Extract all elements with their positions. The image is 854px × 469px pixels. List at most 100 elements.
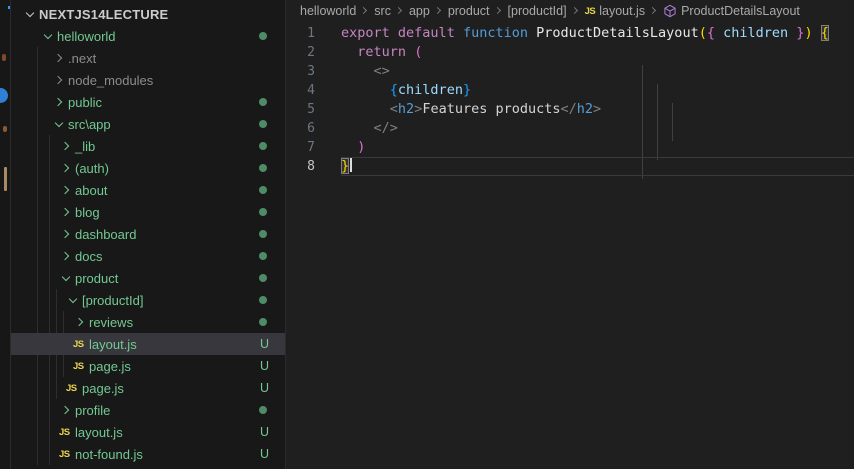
breadcrumb-label: layout.js	[599, 4, 646, 18]
tree-item-not-found-js[interactable]: JS not-found.js U	[11, 443, 285, 465]
breadcrumb-separator-chevron-icon	[433, 5, 445, 17]
code-line[interactable]: 3 <>	[287, 62, 854, 81]
code-token: h2	[397, 101, 415, 117]
tree-item-label: dashboard	[75, 226, 137, 242]
code-line[interactable]: 4 {children}	[287, 81, 854, 100]
js-file-icon: JS	[584, 5, 596, 17]
code-token: <	[389, 101, 398, 117]
breadcrumb-item-src[interactable]: src	[374, 4, 391, 18]
git-modified-dot-badge	[259, 98, 267, 106]
code-line[interactable]: 7 )	[287, 138, 854, 157]
tree-item-product[interactable]: product	[11, 267, 285, 289]
chevron-down-icon[interactable]	[23, 7, 37, 21]
tree-item-reviews[interactable]: reviews	[11, 311, 285, 333]
tree-item-page-js[interactable]: JS page.js U	[11, 377, 285, 399]
tree-item-layout-js[interactable]: JS layout.js U	[11, 333, 285, 355]
tree-item-profile[interactable]: profile	[11, 399, 285, 421]
chevron-down-icon[interactable]	[66, 293, 80, 307]
code-line[interactable]: 5 <h2>Features products</h2>	[287, 100, 854, 119]
chevron-shape	[60, 163, 70, 173]
line-number: 3	[307, 64, 315, 79]
code-line[interactable]: 2 return (	[287, 43, 854, 62]
tree-item--lib[interactable]: _lib	[11, 135, 285, 157]
chevron-right-icon[interactable]	[59, 205, 73, 219]
breadcrumb-item-app[interactable]: app	[409, 4, 430, 18]
tree-item-blog[interactable]: blog	[11, 201, 285, 223]
code-line[interactable]: 1 export default function ProductDetailsL…	[287, 24, 854, 43]
tree-item-label: blog	[75, 204, 100, 220]
breadcrumb-item-layout-js[interactable]: JS layout.js	[585, 4, 645, 18]
tree-item-root[interactable]: NEXTJS14LECTURE	[11, 3, 285, 25]
git-untracked-badge: U	[259, 425, 269, 439]
breadcrumb-item-product[interactable]: product	[448, 4, 490, 18]
chevron-shape	[54, 118, 64, 128]
tree-item-label: helloworld	[57, 28, 116, 44]
tree-item-layout-js[interactable]: JS layout.js U	[11, 421, 285, 443]
chevron-right-icon[interactable]	[59, 403, 73, 417]
chevron-right-icon[interactable]	[59, 183, 73, 197]
chevron-shape	[60, 207, 70, 217]
chevron-right-icon[interactable]	[59, 227, 73, 241]
chevron-right-icon[interactable]	[59, 249, 73, 263]
chevron-down-icon[interactable]	[59, 271, 73, 285]
chevron-right-icon[interactable]	[52, 73, 66, 87]
code-token: {	[706, 25, 715, 41]
chevron-right-icon[interactable]	[73, 315, 87, 329]
git-modified-dot-badge	[259, 142, 267, 150]
line-number: 2	[307, 45, 315, 60]
git-modified-dot-badge	[259, 230, 267, 238]
tree-item-dashboard[interactable]: dashboard	[11, 223, 285, 245]
tree-item-src-app[interactable]: src\app	[11, 113, 285, 135]
chevron-shape	[649, 6, 657, 15]
tree-item--next[interactable]: .next	[11, 47, 285, 69]
tree-item-helloworld[interactable]: helloworld	[11, 25, 285, 47]
breadcrumb-item-productdetailslayout[interactable]: ProductDetailsLayout	[663, 4, 800, 18]
tree-item-label: _lib	[75, 138, 96, 154]
chevron-shape	[25, 8, 35, 18]
chevron-right-icon[interactable]	[52, 51, 66, 65]
cursor-caret	[350, 157, 353, 172]
tree-item--productid-[interactable]: [productId]	[11, 289, 285, 311]
code-token: }	[341, 158, 350, 174]
breadcrumb-item--productid-[interactable]: [productId]	[508, 4, 567, 18]
chevron-right-icon[interactable]	[59, 139, 73, 153]
chevron-shape	[60, 251, 70, 261]
tree-item-docs[interactable]: docs	[11, 245, 285, 267]
breadcrumb: helloworld src app product [productId] JS layo…	[287, 0, 854, 22]
explorer-sidebar: NEXTJS14LECTURE helloworld .next node_modul…	[11, 0, 286, 469]
tree-item-label: docs	[75, 248, 103, 264]
activity-bar	[0, 0, 11, 469]
code-line[interactable]: 8}	[287, 157, 854, 176]
tree-item-page-js[interactable]: JS page.js U	[11, 355, 285, 377]
code-token: Features products	[422, 101, 561, 117]
breadcrumb-separator-chevron-icon	[493, 5, 505, 17]
tree-item-label: profile	[75, 402, 111, 418]
chevron-shape	[43, 30, 53, 40]
breadcrumb-separator-chevron-icon	[570, 5, 582, 17]
tree-item-node-modules[interactable]: node_modules	[11, 69, 285, 91]
tree-item-label: about	[75, 182, 108, 198]
code-token: default	[397, 25, 455, 41]
tree-item-about[interactable]: about	[11, 179, 285, 201]
chevron-right-icon[interactable]	[59, 161, 73, 175]
breadcrumb-item-helloworld[interactable]: helloworld	[300, 4, 356, 18]
code-token: </	[560, 101, 577, 117]
chevron-down-icon[interactable]	[52, 117, 66, 131]
chevron-right-icon[interactable]	[52, 95, 66, 109]
breadcrumb-label: [productId]	[507, 4, 567, 18]
chevron-down-icon[interactable]	[41, 29, 55, 43]
chevron-shape	[60, 141, 70, 151]
code-text: </>	[341, 119, 398, 138]
tree-item-public[interactable]: public	[11, 91, 285, 113]
code-token: export	[341, 25, 390, 41]
chevron-shape	[60, 229, 70, 239]
tree-item-label: src\app	[68, 116, 111, 132]
code-line[interactable]: 6 </>	[287, 119, 854, 138]
git-modified-dot-badge	[259, 120, 267, 128]
line-number: 7	[307, 140, 315, 155]
tree-item--auth-[interactable]: (auth)	[11, 157, 285, 179]
code-editor[interactable]: 1 export default function ProductDetailsL…	[287, 22, 854, 179]
